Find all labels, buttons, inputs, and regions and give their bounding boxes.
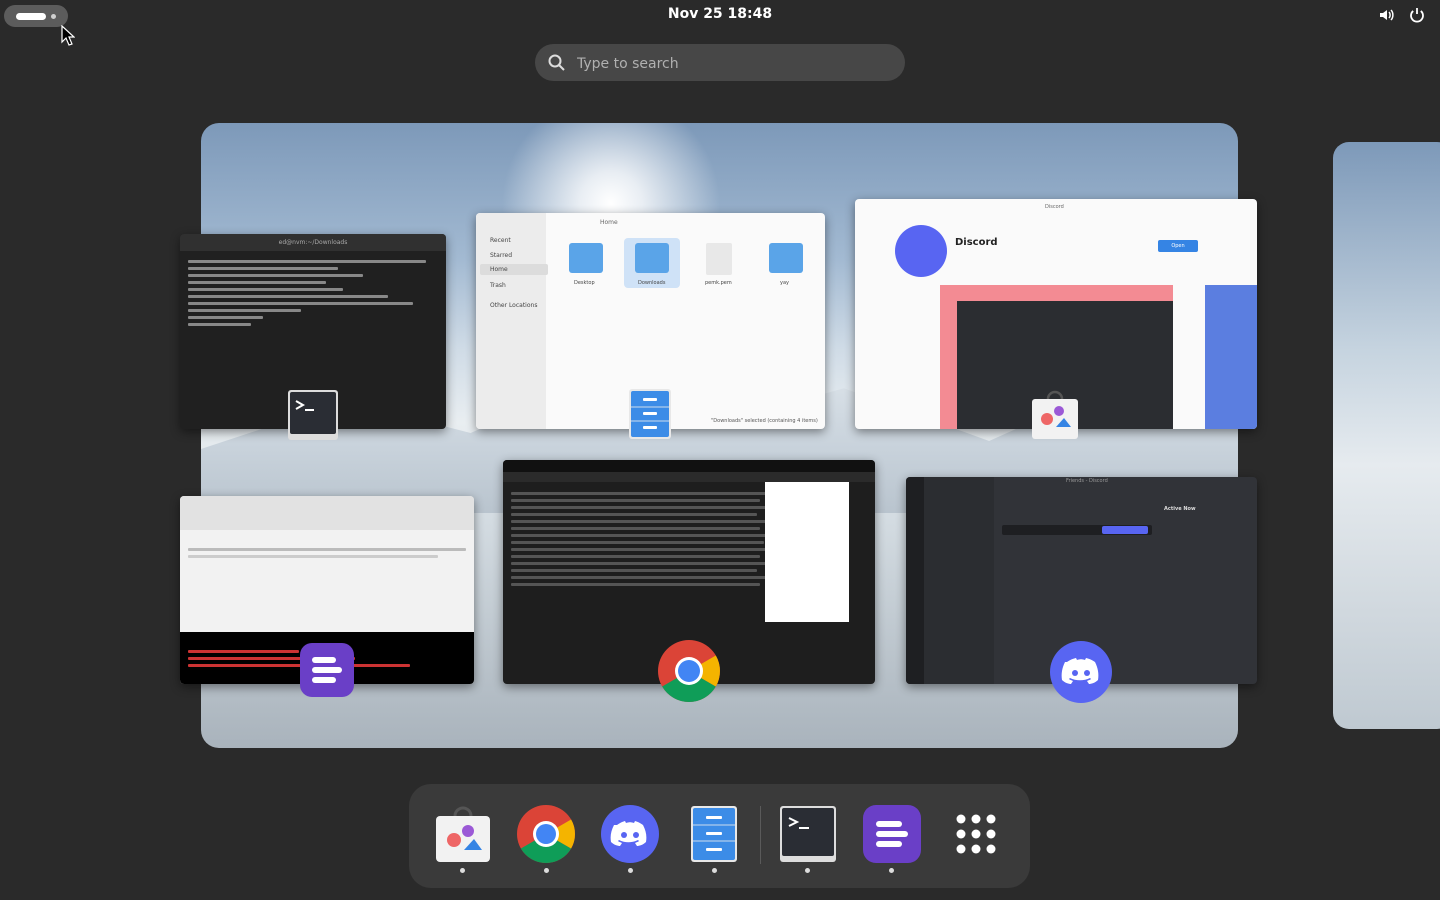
folder-icon[interactable] [769, 243, 803, 273]
window-title: Discord [1045, 204, 1064, 210]
chrome-address-bar[interactable] [503, 472, 875, 482]
channel-list[interactable] [924, 477, 994, 684]
search-input[interactable] [575, 44, 889, 83]
app-name: Discord [955, 237, 998, 248]
app-grid-icon [956, 814, 996, 854]
running-indicator [805, 868, 810, 873]
sidebar-item-home[interactable]: Home [480, 264, 548, 275]
table-rows [188, 544, 466, 562]
window-title: ed@nvm:~/Downloads [180, 234, 446, 251]
show-apps-button[interactable] [946, 804, 1006, 864]
mouse-pointer-icon [61, 25, 75, 46]
dash-item-files[interactable] [684, 804, 744, 864]
folder-icon[interactable] [569, 243, 603, 273]
folder-icon[interactable] [635, 243, 669, 273]
open-button[interactable]: Open [1158, 240, 1198, 252]
window-title: Home [600, 219, 618, 226]
running-indicator [712, 868, 717, 873]
item-label: Desktop [574, 280, 595, 286]
dash-item-terminal[interactable] [778, 804, 838, 864]
item-label: Downloads [638, 280, 666, 286]
files-icon[interactable] [624, 388, 676, 440]
volume-icon[interactable] [1378, 6, 1396, 24]
gtkhash-icon [863, 805, 921, 863]
app-screenshot-next [1205, 285, 1257, 429]
discord-logo [895, 225, 947, 277]
terminal-icon[interactable] [287, 389, 339, 441]
dash-item-discord[interactable] [600, 804, 660, 864]
running-indicator [544, 868, 549, 873]
chrome-icon[interactable] [656, 638, 722, 704]
terminal-output [188, 256, 438, 330]
discord-icon [601, 805, 659, 863]
active-now-heading: Active Now [1164, 506, 1196, 512]
search-icon [548, 54, 565, 71]
status-text: "Downloads" selected (containing 4 items… [711, 418, 818, 424]
window-title: Friends - Discord [1066, 478, 1108, 484]
toolbar [180, 496, 474, 530]
files-icon [691, 806, 737, 862]
item-label: pemk.pem [705, 280, 732, 286]
workspace-indicator-active [16, 13, 46, 20]
power-icon[interactable] [1408, 6, 1426, 24]
top-bar: Nov 25 18:48 [0, 0, 1440, 32]
dash-item-google-chrome[interactable] [516, 804, 576, 864]
sidebar-item-trash[interactable]: Trash [490, 282, 506, 289]
sidebar-item-other-locations[interactable]: Other Locations [490, 302, 537, 309]
workspace-indicator [51, 14, 56, 19]
software-icon[interactable] [1029, 388, 1081, 440]
running-indicator [889, 868, 894, 873]
activities-button[interactable] [4, 5, 68, 27]
system-tray[interactable] [1378, 6, 1426, 24]
files-sidebar: Recent Starred Home Trash Other Location… [476, 213, 548, 429]
chrome-tab-strip[interactable] [503, 460, 875, 472]
discord-icon[interactable] [1049, 640, 1113, 704]
gtkhash-icon[interactable] [298, 641, 356, 699]
dash-item-gtkhash[interactable] [862, 804, 922, 864]
software-icon [436, 806, 490, 862]
clock[interactable]: Nov 25 18:48 [620, 6, 820, 22]
sidebar-item-starred[interactable]: Starred [490, 252, 512, 259]
file-icon[interactable] [706, 243, 732, 275]
running-indicator [460, 868, 465, 873]
dash-separator [760, 806, 761, 864]
dash-item-software[interactable] [433, 804, 493, 864]
running-indicator [628, 868, 633, 873]
send-friend-request-button[interactable] [1102, 526, 1148, 534]
sidebar-item-recent[interactable]: Recent [490, 237, 511, 244]
next-workspace-thumbnail[interactable] [1333, 142, 1440, 729]
search-bar[interactable] [535, 44, 905, 83]
item-label: yay [780, 280, 789, 286]
downloads-popup[interactable] [765, 482, 849, 622]
server-list[interactable] [906, 477, 924, 684]
chrome-icon [517, 805, 575, 863]
terminal-icon [780, 806, 836, 862]
